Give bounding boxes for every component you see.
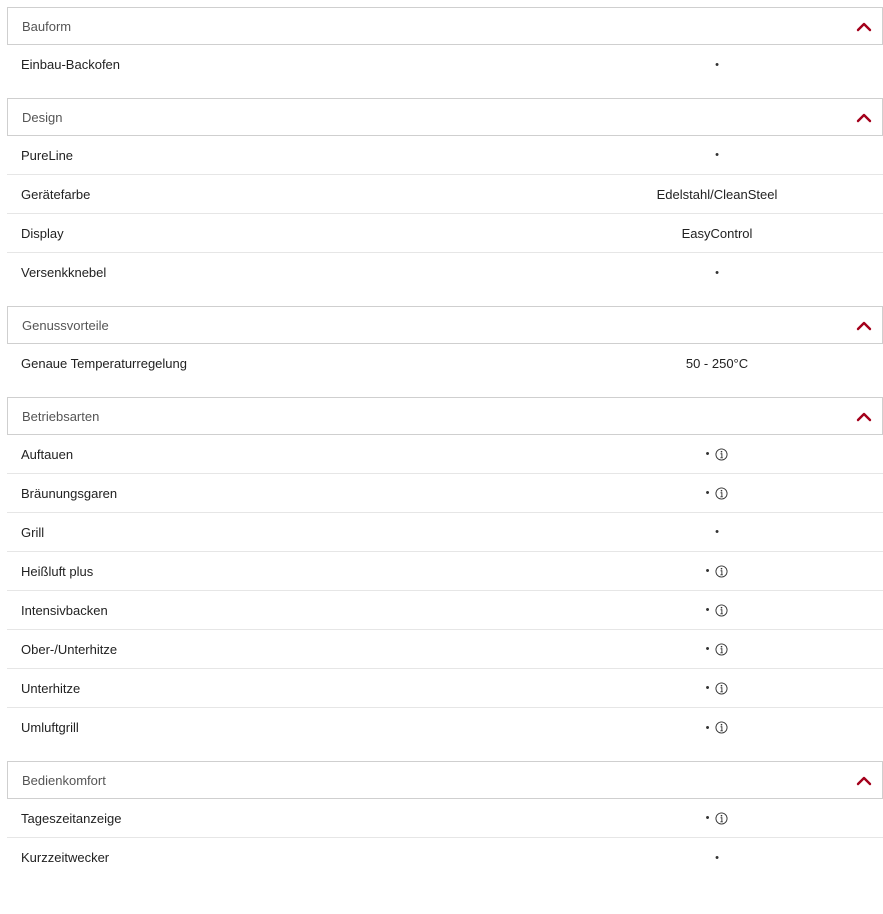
spec-value-cell: • [567,721,867,734]
spec-row: Gerätefarbe Edelstahl/CleanSteel [7,175,883,214]
spec-value-cell: • [567,603,867,617]
spec-label: Genaue Temperaturregelung [21,356,187,371]
spec-value-cell: • [567,811,867,825]
spec-row: Unterhitze • [7,669,883,708]
info-circle-icon[interactable] [715,447,728,461]
section-4: Bedienkomfort Tageszeitanzeige • Kurzzeitwe… [0,761,883,877]
feature-dot: • [705,643,710,655]
section-2: Genussvorteile Genaue Temperaturregelung 5… [0,306,883,383]
section-header[interactable]: Betriebsarten [7,397,883,435]
section-0: Bauform Einbau-Backofen • [0,7,883,84]
spec-label: Tageszeitanzeige [21,810,122,826]
spec-label: Auftauen [21,446,74,462]
feature-dot: • [705,812,710,824]
feature-dot: • [705,682,710,694]
spec-value-cell: • [567,526,867,538]
section-title: Betriebsarten [22,408,100,424]
feature-dot: • [715,58,719,71]
spec-value-cell: • [567,486,867,500]
chevron-up-icon[interactable] [856,19,872,35]
spec-row: Bräunungsgaren • [7,474,883,513]
spec-value-cell: • [567,447,867,461]
feature-spec-list: Bauform Einbau-Backofen • Design PureLine • Ge… [0,7,883,877]
feature-dot: • [715,526,719,538]
spec-value: 50 - 250°C [685,356,749,371]
section-header[interactable]: Genussvorteile [7,306,883,344]
spec-label: Display [21,225,64,241]
feature-dot: • [705,565,710,577]
section-title: Bedienkomfort [22,772,106,788]
spec-value-cell: EasyControl [567,226,867,241]
chevron-up-icon[interactable] [856,318,872,334]
spec-row: Genaue Temperaturregelung 50 - 250°C [7,344,883,383]
spec-value-cell: 50 - 250°C [567,356,867,371]
info-circle-icon[interactable] [715,721,728,734]
spec-row: Kurzzeitwecker • [7,838,883,877]
spec-label: Ober-/Unterhitze [21,641,118,657]
feature-dot: • [705,604,710,616]
section-title: Genussvorteile [22,317,109,333]
spec-value: Edelstahl/CleanSteel [656,186,778,202]
chevron-up-icon[interactable] [856,110,872,126]
spec-label: Bräunungsgaren [21,485,118,501]
spec-row: Intensivbacken • [7,591,883,630]
spec-row: Grill • [7,513,883,552]
feature-dot: • [715,851,719,864]
section-header[interactable]: Bauform [7,7,883,45]
info-circle-icon[interactable] [715,642,728,656]
section-title: Bauform [22,18,72,34]
spec-value-cell: • [567,681,867,695]
feature-dot: • [705,448,710,460]
spec-label: Einbau-Backofen [21,57,121,72]
info-circle-icon[interactable] [715,603,728,617]
info-circle-icon[interactable] [715,681,728,695]
feature-dot: • [715,149,719,161]
spec-value-cell: • [567,267,867,279]
spec-row: Versenkknebel • [7,253,883,292]
spec-row: Display EasyControl [7,214,883,253]
section-title: Design [22,109,63,125]
info-circle-icon[interactable] [715,564,728,578]
spec-value-cell: • [567,852,867,864]
chevron-up-icon[interactable] [856,773,872,789]
info-circle-icon[interactable] [715,811,728,825]
spec-value-cell: • [567,564,867,578]
spec-label: Kurzzeitwecker [21,850,110,865]
spec-label: PureLine [21,147,74,163]
spec-row: Heißluft plus • [7,552,883,591]
chevron-up-icon[interactable] [856,409,872,425]
spec-label: Intensivbacken [21,602,108,618]
section-header[interactable]: Bedienkomfort [7,761,883,799]
spec-label: Heißluft plus [21,563,94,579]
section-3: Betriebsarten Auftauen • Bräunungsgaren • Gri… [0,397,883,747]
spec-label: Gerätefarbe [21,186,91,202]
spec-label: Unterhitze [21,680,81,696]
spec-row: PureLine • [7,136,883,175]
spec-value: EasyControl [681,225,753,241]
section-header[interactable]: Design [7,98,883,136]
spec-value-cell: • [567,59,867,71]
feature-dot: • [705,721,710,734]
spec-row: Auftauen • [7,435,883,474]
spec-label: Versenkknebel [21,265,107,280]
spec-row: Einbau-Backofen • [7,45,883,84]
spec-row: Tageszeitanzeige • [7,799,883,838]
feature-dot: • [715,266,719,279]
feature-dot: • [705,487,710,499]
spec-value-cell: • [567,642,867,656]
spec-label: Umluftgrill [21,720,79,735]
section-1: Design PureLine • Gerätefarbe Edelstahl/Clea… [0,98,883,292]
spec-row: Umluftgrill • [7,708,883,747]
spec-row: Ober-/Unterhitze • [7,630,883,669]
spec-value-cell: Edelstahl/CleanSteel [567,187,867,202]
info-circle-icon[interactable] [715,486,728,500]
spec-label: Grill [21,524,45,540]
spec-value-cell: • [567,149,867,161]
